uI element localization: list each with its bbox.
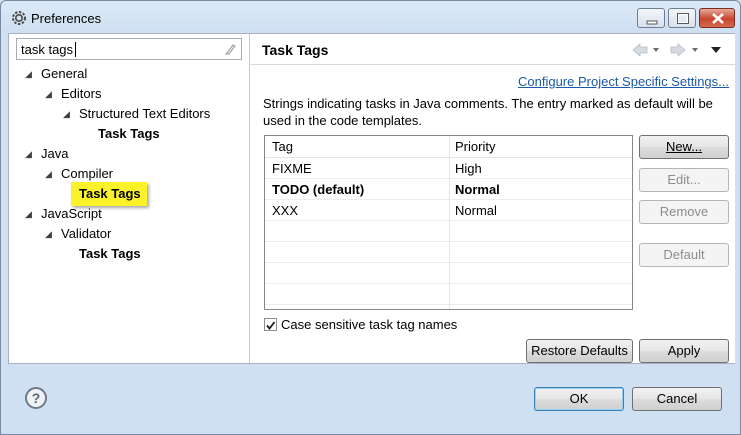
expanded-arrow-icon[interactable]: ◢ xyxy=(45,225,57,243)
priority-cell: Normal xyxy=(455,182,500,197)
close-icon xyxy=(712,13,724,24)
tag-cell: TODO (default) xyxy=(272,182,365,197)
window-title: Preferences xyxy=(31,11,102,26)
cancel-button-label: Cancel xyxy=(656,391,698,406)
minimize-button[interactable] xyxy=(637,8,665,28)
help-icon[interactable]: ? xyxy=(25,387,47,409)
expanded-arrow-icon[interactable]: ◢ xyxy=(45,85,57,103)
tree-item-label: Validator xyxy=(61,226,112,241)
page-title: Task Tags xyxy=(262,42,329,58)
default-button[interactable]: Default xyxy=(639,243,729,267)
maximize-icon xyxy=(677,13,689,24)
cancel-button[interactable]: Cancel xyxy=(632,387,722,411)
tree-item-label: Editors xyxy=(61,86,102,101)
expanded-arrow-icon[interactable]: ◢ xyxy=(25,65,37,83)
tree-item-label: Compiler xyxy=(61,166,114,181)
preferences-icon xyxy=(12,11,26,25)
page-description: Strings indicating tasks in Java comment… xyxy=(263,96,713,128)
edit-button[interactable]: Edit... xyxy=(639,168,729,192)
ok-button[interactable]: OK xyxy=(534,387,624,411)
task-tags-table: Tag Priority FIXME High TODO (default) N… xyxy=(264,135,633,310)
priority-cell: High xyxy=(455,161,482,176)
clear-filter-icon[interactable] xyxy=(223,42,237,56)
filter-input[interactable]: task tags xyxy=(16,38,242,60)
case-sensitive-label[interactable]: Case sensitive task tag names xyxy=(281,317,457,332)
priority-cell: Normal xyxy=(455,203,497,218)
tree-item-label: Task Tags xyxy=(79,186,141,201)
case-sensitive-checkbox[interactable] xyxy=(264,318,277,331)
new-button-label: New... xyxy=(665,139,703,154)
maximize-button[interactable] xyxy=(668,8,696,28)
page-navigation xyxy=(632,43,721,57)
title-bar: Preferences xyxy=(1,1,740,33)
ok-button-label: OK xyxy=(569,391,589,406)
preferences-window: Preferences task tags ◢ General ◢ Editor… xyxy=(0,0,741,435)
header-divider xyxy=(251,64,735,65)
tree-item-label: Task Tags xyxy=(79,246,141,261)
tree-item-label: JavaScript xyxy=(41,206,102,221)
preference-page: Task Tags Configure Project Specific Set… xyxy=(251,34,735,363)
column-header-priority[interactable]: Priority xyxy=(455,139,495,154)
expanded-arrow-icon[interactable]: ◢ xyxy=(45,165,57,183)
expanded-arrow-icon[interactable]: ◢ xyxy=(25,205,37,223)
tag-cell: XXX xyxy=(272,203,299,218)
forward-arrow-icon[interactable] xyxy=(670,43,698,57)
tree-item-label: Structured Text Editors xyxy=(79,106,211,121)
edit-button-label: Edit... xyxy=(667,172,701,187)
preference-tree-pane: task tags ◢ General ◢ Editors ◢ Structur… xyxy=(9,34,250,363)
default-button-label: Default xyxy=(663,247,705,262)
column-divider xyxy=(449,136,450,309)
restore-defaults-button[interactable]: Restore Defaults xyxy=(526,339,633,363)
close-button[interactable] xyxy=(699,8,735,28)
new-button[interactable]: New... xyxy=(639,135,729,159)
tree-item-label: Java xyxy=(41,146,69,161)
remove-button[interactable]: Remove xyxy=(639,200,729,224)
minimize-icon xyxy=(646,20,658,25)
remove-button-label: Remove xyxy=(659,204,709,219)
tag-cell: FIXME xyxy=(272,161,312,176)
filter-text: task tags xyxy=(21,42,74,57)
expanded-arrow-icon[interactable]: ◢ xyxy=(63,105,75,123)
column-header-tag[interactable]: Tag xyxy=(272,139,293,154)
checkmark-icon xyxy=(266,321,276,330)
text-caret xyxy=(75,42,76,57)
tree-item-label: Task Tags xyxy=(98,126,160,141)
dialog-body: task tags ◢ General ◢ Editors ◢ Structur… xyxy=(8,33,735,364)
tree-item-label: General xyxy=(41,66,88,81)
expanded-arrow-icon[interactable]: ◢ xyxy=(25,145,37,163)
view-menu-icon[interactable] xyxy=(711,47,721,53)
configure-project-settings-link[interactable]: Configure Project Specific Settings... xyxy=(518,74,729,89)
apply-button-label: Apply xyxy=(667,343,701,358)
apply-button[interactable]: Apply xyxy=(639,339,729,363)
restore-defaults-label: Restore Defaults xyxy=(531,343,628,358)
back-arrow-icon[interactable] xyxy=(632,43,659,57)
